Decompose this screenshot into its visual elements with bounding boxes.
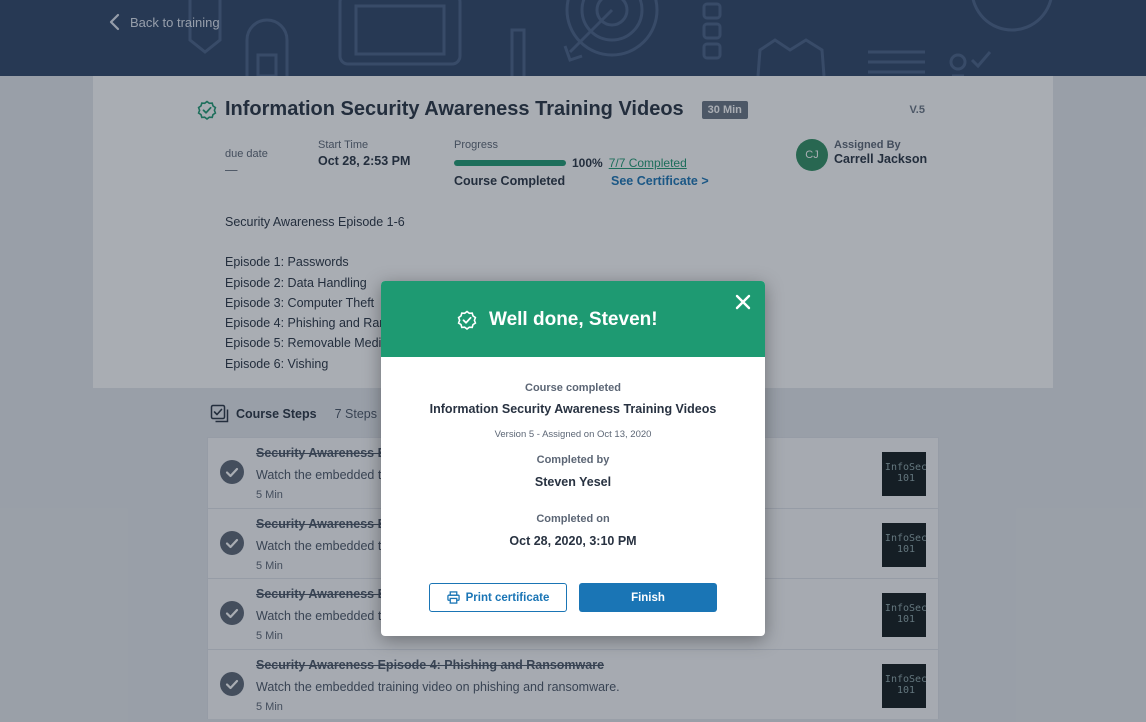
finish-label: Finish — [631, 591, 665, 604]
modal-actions: Print certificate Finish — [429, 583, 717, 612]
completed-by-label: Completed by — [536, 454, 610, 466]
modal-course-name: Information Security Awareness Training … — [429, 402, 717, 416]
printer-icon — [446, 591, 460, 604]
modal-title: Well done, Steven! — [489, 309, 658, 330]
modal-body: Course completed Information Security Aw… — [381, 382, 765, 548]
completion-modal: Well done, Steven! Course completed Info… — [381, 281, 765, 636]
close-icon[interactable] — [735, 294, 751, 310]
course-completed-label: Course completed — [525, 382, 621, 394]
print-certificate-label: Print certificate — [465, 591, 550, 604]
modal-header: Well done, Steven! — [381, 281, 765, 357]
print-certificate-button[interactable]: Print certificate — [429, 583, 567, 612]
badge-check-icon — [457, 310, 477, 330]
completed-on-label: Completed on — [536, 513, 610, 525]
finish-button[interactable]: Finish — [579, 583, 717, 612]
completed-by-name: Steven Yesel — [534, 475, 612, 489]
completed-on-value: Oct 28, 2020, 3:10 PM — [509, 534, 637, 548]
modal-version-info: Version 5 - Assigned on Oct 13, 2020 — [494, 429, 652, 440]
